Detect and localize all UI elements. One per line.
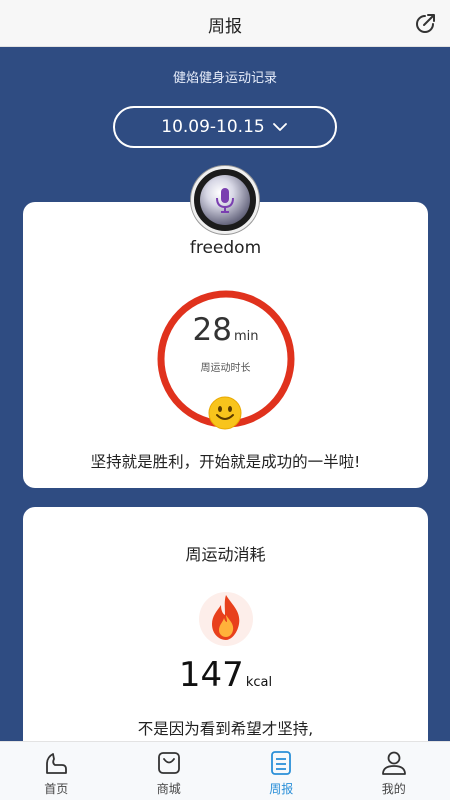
calories-card: 周运动消耗 147 kcal 不是因为看到希望才坚持, bbox=[23, 507, 428, 767]
avatar[interactable] bbox=[191, 166, 259, 234]
tab-profile-label: 我的 bbox=[381, 782, 406, 796]
tab-report-label: 周报 bbox=[269, 782, 294, 796]
date-range-text: 10.09-10.15 bbox=[161, 117, 265, 137]
calories-heading: 周运动消耗 bbox=[185, 545, 266, 564]
tab-home[interactable]: 首页 bbox=[0, 742, 113, 800]
bottom-tab-bar: 首页 商城 周报 我的 bbox=[0, 741, 450, 800]
tab-profile[interactable]: 我的 bbox=[338, 742, 450, 800]
microphone-icon bbox=[200, 175, 250, 225]
motivation-text: 坚持就是胜利，开始就是成功的一半啦! bbox=[90, 453, 361, 471]
profile-icon bbox=[381, 751, 406, 775]
page-title: 周报 bbox=[208, 17, 242, 37]
summary-card: freedom 28 min 周运动时长 坚持就是胜利，开始就是成功的一半啦! bbox=[23, 202, 428, 488]
minutes-unit: min bbox=[233, 329, 259, 344]
chevron-down-icon bbox=[272, 123, 287, 131]
date-range-selector[interactable]: 10.09-10.15 bbox=[113, 106, 337, 148]
kcal-unit: kcal bbox=[245, 675, 273, 690]
subtitle: 健焰健身运动记录 bbox=[172, 71, 277, 86]
calories-value: 147 kcal bbox=[23, 655, 428, 695]
top-bar: 周报 bbox=[0, 0, 450, 47]
tab-report[interactable]: 周报 bbox=[225, 742, 338, 800]
smiley-icon bbox=[208, 396, 242, 430]
calories-motto: 不是因为看到希望才坚持, bbox=[137, 720, 314, 738]
tab-shop[interactable]: 商城 bbox=[113, 742, 226, 800]
shop-bag-icon bbox=[157, 752, 180, 774]
weekly-minutes: 28 min bbox=[23, 312, 428, 348]
home-icon bbox=[46, 753, 68, 774]
tab-home-label: 首页 bbox=[44, 782, 69, 796]
tab-shop-label: 商城 bbox=[156, 782, 181, 796]
username: freedom bbox=[189, 238, 262, 258]
flame-icon bbox=[199, 592, 253, 646]
ring-label: 周运动时长 bbox=[200, 363, 251, 374]
share-icon[interactable] bbox=[412, 11, 438, 37]
minutes-value: 28 bbox=[192, 312, 232, 348]
report-icon bbox=[271, 751, 292, 775]
kcal-number: 147 bbox=[178, 655, 244, 695]
